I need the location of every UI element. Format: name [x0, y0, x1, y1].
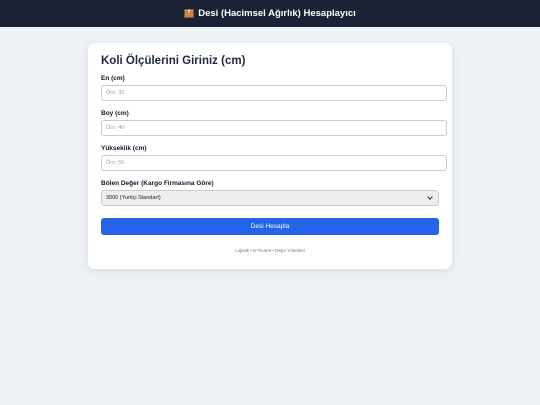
- card-footer: Lojistik • E-Ticaret • Depo Yönetimi: [235, 248, 305, 253]
- divisor-label: Bölen Değer (Kargo Firmasına Göre): [101, 180, 214, 187]
- calculator-card: Koli Ölçülerini Giriniz (cm) En (cm) Örn…: [88, 43, 452, 269]
- chevron-down-icon: [427, 194, 433, 200]
- divisor-selected-value: 3000 (Yurtiçi Standart): [106, 195, 161, 201]
- height-input[interactable]: Örn: 50: [101, 155, 447, 171]
- app-header: Desi (Hacimsel Ağırlık) Hesaplayıcı: [0, 0, 540, 27]
- page-title: Desi (Hacimsel Ağırlık) Hesaplayıcı: [198, 8, 356, 19]
- width-label: En (cm): [101, 75, 125, 82]
- length-label: Boy (cm): [101, 110, 129, 117]
- length-input[interactable]: Örn: 40: [101, 120, 447, 136]
- height-label: Yükseklik (cm): [101, 145, 147, 152]
- width-input[interactable]: Örn: 30: [101, 85, 447, 101]
- card-title: Koli Ölçülerini Giriniz (cm): [101, 55, 246, 67]
- package-icon: [184, 9, 195, 18]
- calculate-button[interactable]: Desi Hesapla: [101, 218, 439, 235]
- divisor-select[interactable]: 3000 (Yurtiçi Standart): [101, 190, 439, 206]
